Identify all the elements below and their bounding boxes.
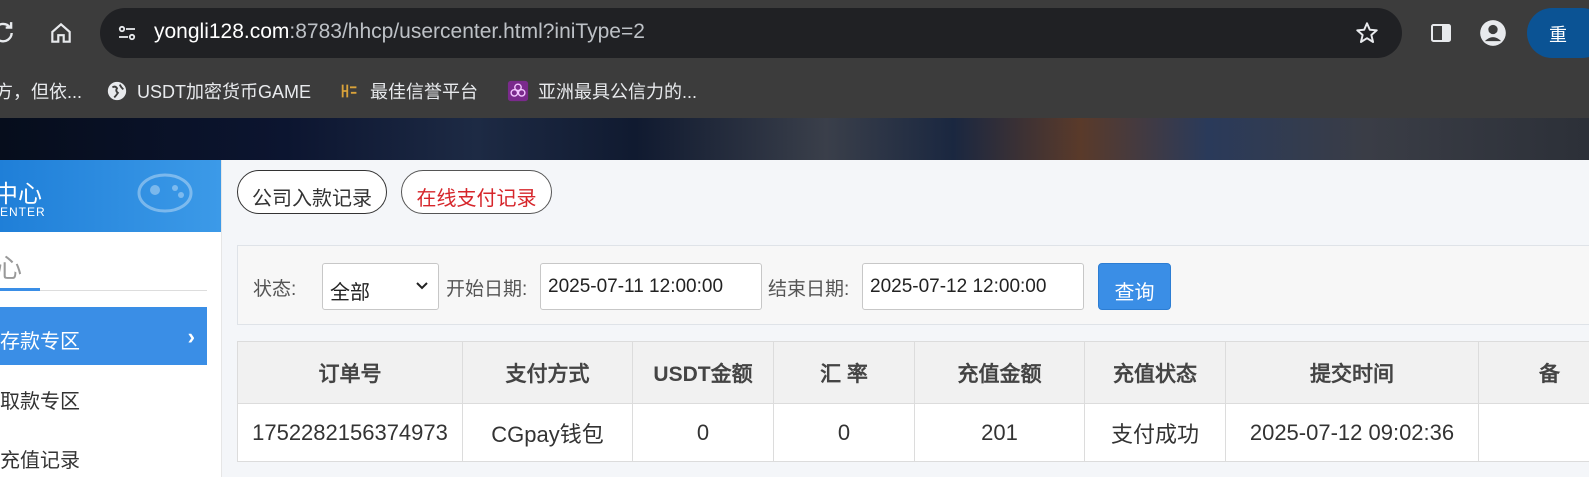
usdt-amount-cell: 0: [633, 404, 774, 462]
browser-toolbar: yongli128.com:8783/hhcp/usercenter.html?…: [0, 0, 1589, 66]
end-date-input[interactable]: 2025-07-12 12:00:00: [862, 263, 1084, 310]
site-banner: [0, 118, 1589, 160]
bookmark-item[interactable]: 亚洲最具公信力的...: [507, 78, 697, 104]
recharge-amount-cell: 201: [915, 404, 1085, 462]
bookmark-star-icon[interactable]: [1352, 18, 1382, 48]
start-date-value: 2025-07-11 12:00:00: [548, 276, 723, 298]
order-number-cell: 1752282156374973: [238, 404, 463, 462]
payment-records-table: 订单号 支付方式 USDT金额 汇 率 充值金额 充值状态 提交时间 备 175…: [237, 341, 1589, 462]
sidebar-item-label: 充值记录: [0, 444, 80, 473]
bookmark-label: 方，但依...: [0, 78, 82, 104]
bookmark-item[interactable]: USDT加密货币GAME: [106, 78, 311, 104]
status-select-value: 全部: [330, 276, 370, 305]
chevron-right-icon: ›: [188, 324, 195, 350]
home-icon[interactable]: [46, 18, 76, 48]
column-header: 订单号: [238, 342, 463, 404]
start-date-input[interactable]: 2025-07-11 12:00:00: [540, 263, 762, 310]
filter-bar: 状态: 全部 开始日期: 2025-07-11 12:00:00 结束日期: 2…: [237, 245, 1589, 325]
status-label: 状态:: [253, 274, 296, 301]
relaunch-button-label: 重: [1549, 21, 1567, 47]
account-avatar-icon[interactable]: [1478, 18, 1508, 48]
site-info-icon[interactable]: [112, 18, 142, 48]
sidebar-header-subtitle: ENTER: [0, 205, 46, 219]
column-header: 充值状态: [1085, 342, 1226, 404]
end-date-label: 结束日期:: [768, 274, 849, 301]
column-header: 提交时间: [1226, 342, 1479, 404]
sidebar-section-tab[interactable]: 心: [0, 242, 207, 291]
recharge-status-cell: 支付成功: [1085, 404, 1226, 462]
relaunch-button[interactable]: 重: [1527, 8, 1589, 58]
main-content: 公司入款记录 在线支付记录 状态: 全部 开始日期: 2025-07-11 12…: [222, 160, 1589, 477]
globe-icon: [106, 80, 128, 102]
query-button-label: 查询: [1099, 276, 1170, 305]
sidebar-item-deposit[interactable]: 存款专区 ›: [0, 307, 207, 365]
remark-cell: [1479, 404, 1589, 462]
flower-logo-icon: [507, 80, 529, 102]
table-header-row: 订单号 支付方式 USDT金额 汇 率 充值金额 充值状态 提交时间 备: [238, 342, 1589, 404]
payment-method-cell: CGpay钱包: [463, 404, 633, 462]
sidebar-item-withdraw[interactable]: 取款专区: [0, 367, 207, 425]
tab-online-payment-records[interactable]: 在线支付记录: [401, 170, 552, 214]
tab-label: 在线支付记录: [402, 182, 551, 211]
column-header: 备: [1479, 342, 1589, 404]
column-header: 充值金额: [915, 342, 1085, 404]
sidebar-item-label: 存款专区: [0, 325, 80, 354]
sidebar-item-recharge-records[interactable]: 充值记录: [0, 426, 207, 484]
bookmark-label: USDT加密货币GAME: [137, 78, 311, 104]
status-select[interactable]: 全部: [322, 263, 439, 310]
tab-label: 公司入款记录: [238, 182, 386, 211]
bookmark-label: 亚洲最具公信力的...: [538, 78, 697, 104]
tab-company-deposit-records[interactable]: 公司入款记录: [237, 170, 387, 214]
url-path: :8783/hhcp/usercenter.html?iniType=2: [289, 20, 644, 43]
submit-time-cell: 2025-07-12 09:02:36: [1226, 404, 1479, 462]
reload-icon[interactable]: [0, 18, 18, 48]
exchange-rate-cell: 0: [774, 404, 915, 462]
address-bar[interactable]: yongli128.com:8783/hhcp/usercenter.html?…: [100, 8, 1402, 58]
sidebar-header: 中心 ENTER: [0, 160, 221, 232]
sidebar-section-label: 心: [0, 248, 22, 285]
column-header: USDT金额: [633, 342, 774, 404]
start-date-label: 开始日期:: [446, 274, 527, 301]
tab-underline: [0, 288, 40, 291]
end-date-value: 2025-07-12 12:00:00: [870, 276, 1046, 298]
gamepad-icon: [135, 168, 195, 218]
chevron-down-icon: [414, 278, 430, 294]
url-host: yongli128.com: [154, 20, 289, 43]
bookmark-label: 最佳信誉平台: [370, 78, 478, 104]
column-header: 支付方式: [463, 342, 633, 404]
table-row: 1752282156374973 CGpay钱包 0 0 201 支付成功 20…: [238, 404, 1589, 462]
site-logo-icon: [339, 80, 361, 102]
query-button[interactable]: 查询: [1098, 263, 1171, 310]
bookmark-item[interactable]: 方，但依...: [0, 78, 82, 104]
sidebar-header-title: 中心: [0, 174, 42, 209]
column-header: 汇 率: [774, 342, 915, 404]
side-panel-icon[interactable]: [1426, 18, 1456, 48]
url-text: yongli128.com:8783/hhcp/usercenter.html?…: [154, 20, 645, 44]
bookmark-item[interactable]: 最佳信誉平台: [339, 78, 478, 104]
sidebar: 中心 ENTER 心 存款专区 › 取款专区 充值记录: [0, 160, 222, 477]
bookmarks-bar: 方，但依... USDT加密货币GAME 最佳信誉平台 亚洲最具公信力的...: [0, 66, 1589, 118]
sidebar-item-label: 取款专区: [0, 385, 80, 414]
